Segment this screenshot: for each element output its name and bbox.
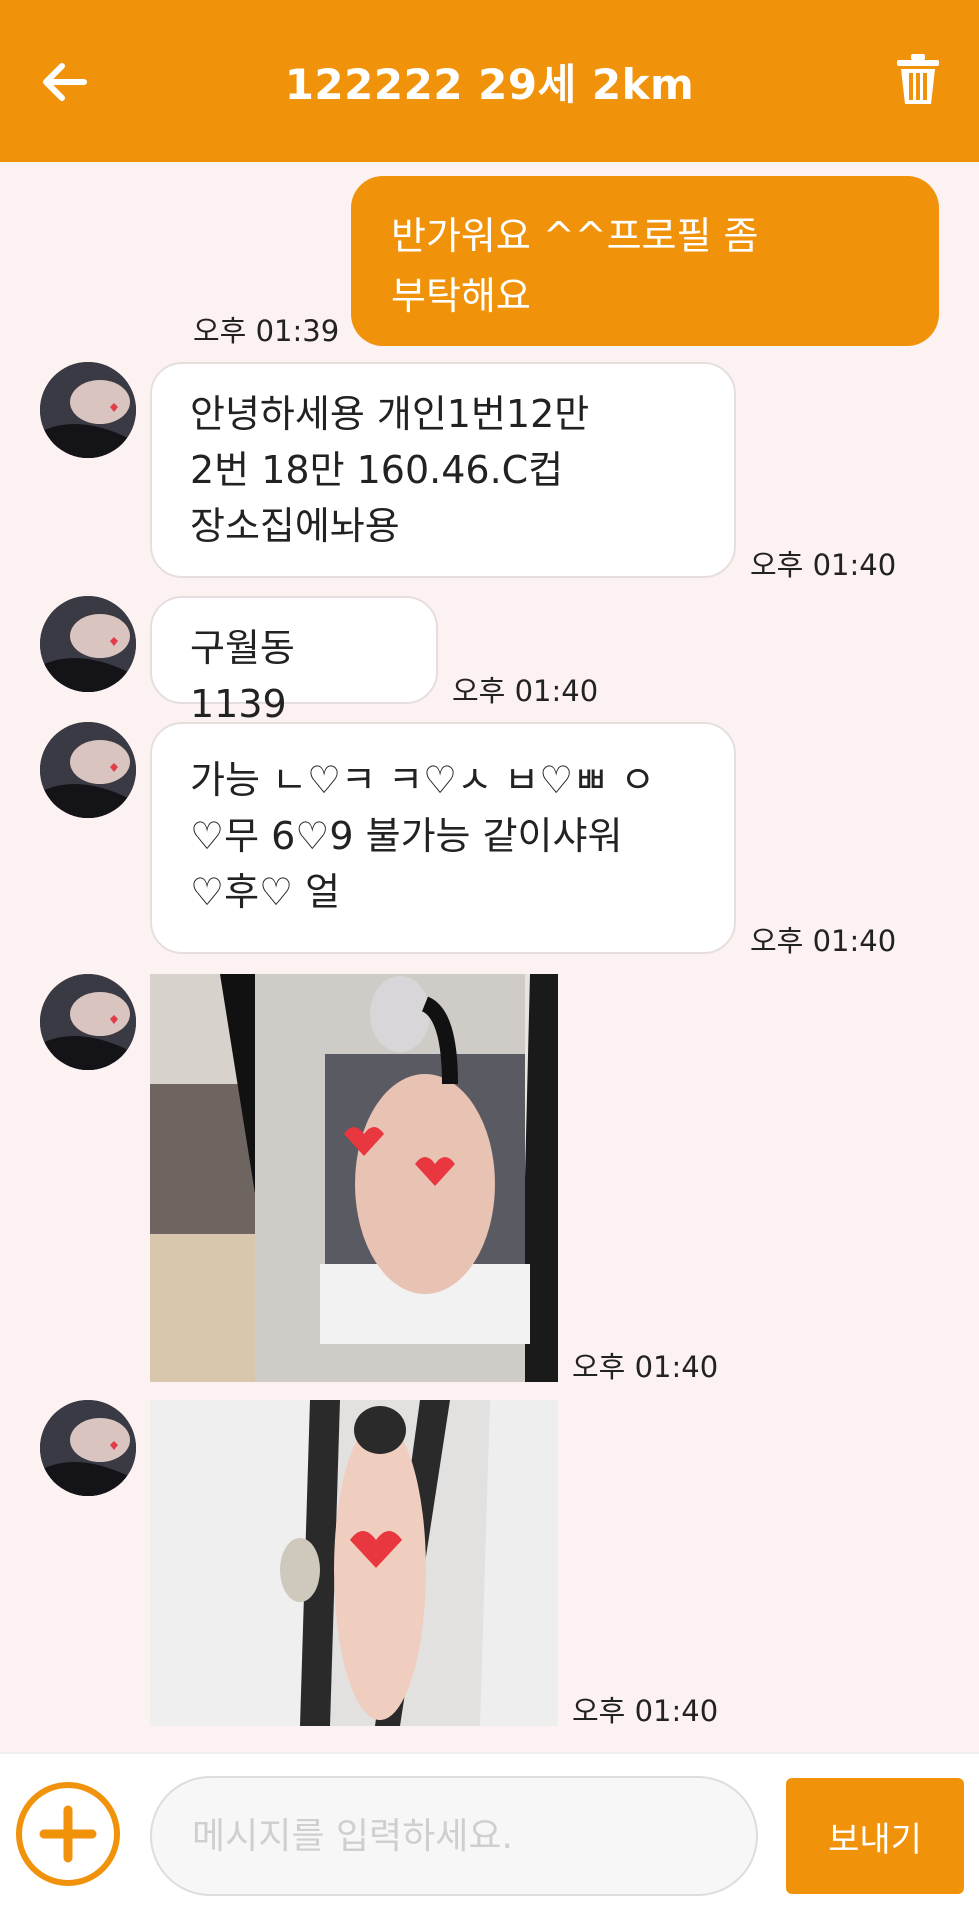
incoming-message-bubble[interactable]: 구월동 1139 bbox=[150, 596, 438, 726]
avatar[interactable] bbox=[40, 974, 136, 1070]
avatar[interactable] bbox=[40, 722, 136, 818]
chat-title: 122222 29세 2km bbox=[284, 59, 695, 109]
message-time: 오후 01:40 bbox=[452, 674, 599, 708]
incoming-message-bubble[interactable]: 안녕하세용 개인1번12만 2번 18만 160.46.C컵 장소집에놔용 bbox=[150, 362, 736, 578]
message-time: 오후 01:40 bbox=[750, 924, 897, 958]
avatar[interactable] bbox=[40, 362, 136, 458]
avatar[interactable] bbox=[40, 596, 136, 692]
plus-circle-icon[interactable] bbox=[14, 1780, 122, 1888]
chat-header: 122222 29세 2km bbox=[0, 0, 979, 162]
outgoing-message-bubble[interactable]: 반가워요 ^^프로필 좀 부탁해요 bbox=[351, 176, 939, 346]
message-input[interactable] bbox=[150, 1776, 758, 1896]
message-time: 오후 01:40 bbox=[572, 1694, 719, 1728]
image-message[interactable] bbox=[150, 974, 558, 1382]
arrow-left-icon[interactable] bbox=[38, 56, 90, 108]
composer-bar: 보내기 bbox=[0, 1752, 979, 1919]
send-button[interactable]: 보내기 bbox=[786, 1778, 964, 1894]
message-time: 오후 01:39 bbox=[193, 314, 340, 348]
incoming-message-bubble[interactable]: 가능 ㄴ♡ㅋ ㅋ♡ㅅ ㅂ♡ㅃ ㅇ ♡무 6♡9 불가능 같이샤워 ♡후♡ 얼 bbox=[150, 722, 736, 954]
message-time: 오후 01:40 bbox=[572, 1350, 719, 1384]
message-time: 오후 01:40 bbox=[750, 548, 897, 582]
message-list[interactable]: 오후 01:39 반가워요 ^^프로필 좀 부탁해요 안녕하세용 개인1번12만… bbox=[0, 162, 979, 1752]
image-message[interactable] bbox=[150, 1400, 558, 1726]
trash-icon[interactable] bbox=[895, 54, 941, 106]
avatar[interactable] bbox=[40, 1400, 136, 1496]
